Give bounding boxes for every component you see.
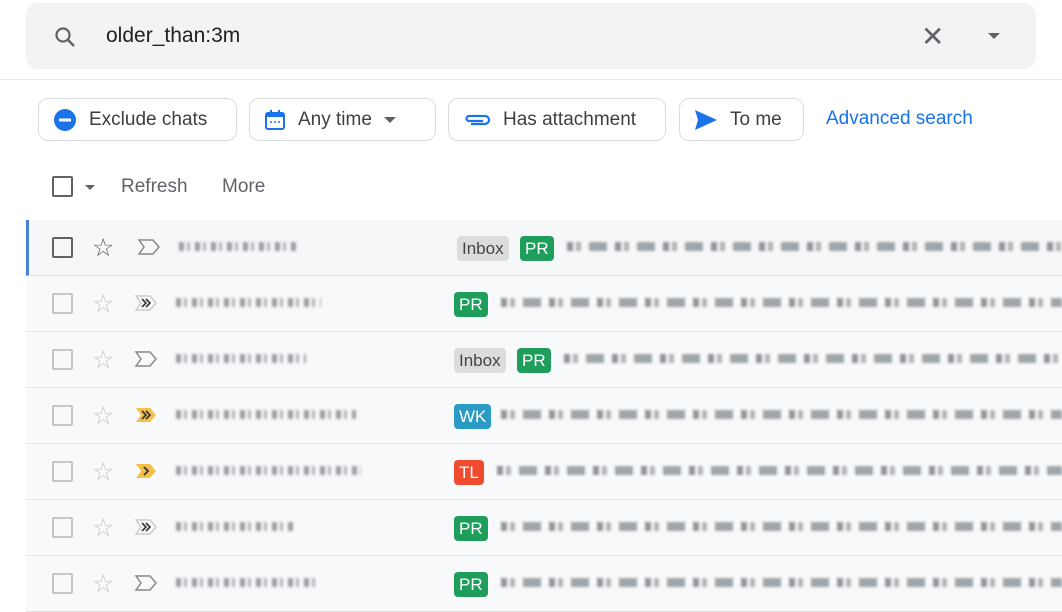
sender-redacted: [176, 466, 361, 475]
email-row[interactable]: ☆ PR: [26, 500, 1062, 556]
email-row[interactable]: ☆ TL: [26, 444, 1062, 500]
row-checkbox[interactable]: [52, 405, 73, 426]
exclude-chats-chip[interactable]: Exclude chats: [38, 98, 237, 141]
label-inbox[interactable]: Inbox: [457, 236, 509, 261]
more-button[interactable]: More: [222, 176, 265, 198]
close-icon[interactable]: ✕: [921, 23, 944, 51]
row-checkbox[interactable]: [52, 349, 73, 370]
label-pr[interactable]: PR: [454, 572, 488, 597]
star-icon[interactable]: ☆: [92, 513, 114, 543]
label-pr[interactable]: PR: [454, 516, 488, 541]
star-icon[interactable]: ☆: [92, 457, 114, 487]
caret-down-icon[interactable]: [988, 33, 1000, 39]
row-checkbox[interactable]: [52, 237, 73, 258]
search-icon[interactable]: [53, 25, 77, 49]
importance-marker-icon[interactable]: [134, 574, 158, 592]
subject-snippet-redacted: [501, 522, 1062, 531]
label-tl[interactable]: TL: [454, 460, 484, 485]
has-attachment-chip[interactable]: Has attachment: [448, 98, 666, 141]
subject-snippet-redacted: [501, 298, 1062, 307]
email-row[interactable]: ☆ Inbox PR: [26, 220, 1062, 276]
label-inbox[interactable]: Inbox: [454, 348, 506, 373]
chip-label: Has attachment: [503, 108, 637, 130]
chip-label: Exclude chats: [89, 108, 208, 130]
importance-marker-icon[interactable]: [137, 238, 161, 256]
sender-redacted: [176, 578, 316, 587]
importance-marker-icon[interactable]: [134, 294, 158, 312]
sender-redacted: [176, 522, 296, 531]
search-bar[interactable]: older_than:3m ✕: [26, 3, 1036, 69]
subject-snippet-redacted: [564, 354, 1062, 363]
email-row[interactable]: ☆ PR: [26, 276, 1062, 332]
label-wk[interactable]: WK: [454, 404, 492, 429]
calendar-icon: [265, 109, 285, 130]
subject-snippet-redacted: [497, 466, 1062, 475]
chip-label: To me: [730, 108, 782, 130]
select-all-checkbox[interactable]: [52, 176, 73, 197]
label-pr[interactable]: PR: [454, 292, 488, 317]
send-icon: [695, 109, 717, 130]
email-row[interactable]: ☆ Inbox PR: [26, 332, 1062, 388]
sender-redacted: [176, 298, 321, 307]
sender-redacted: [176, 410, 356, 419]
importance-marker-icon[interactable]: [134, 406, 158, 424]
search-input[interactable]: older_than:3m: [106, 24, 240, 48]
subject-snippet-redacted: [501, 578, 1062, 587]
star-icon[interactable]: ☆: [92, 345, 114, 375]
row-checkbox[interactable]: [52, 293, 73, 314]
star-icon[interactable]: ☆: [92, 233, 114, 263]
star-icon[interactable]: ☆: [92, 569, 114, 599]
select-menu-caret-icon[interactable]: [85, 185, 95, 190]
row-checkbox[interactable]: [52, 573, 73, 594]
any-time-chip[interactable]: Any time: [249, 98, 436, 141]
to-me-chip[interactable]: To me: [679, 98, 804, 141]
subject-snippet-redacted: [501, 410, 1062, 419]
sender-redacted: [176, 354, 306, 363]
row-checkbox[interactable]: [52, 461, 73, 482]
sender-redacted: [179, 242, 299, 251]
chip-label: Any time: [298, 108, 372, 130]
importance-marker-icon[interactable]: [134, 518, 158, 536]
email-row[interactable]: ☆ WK: [26, 388, 1062, 444]
label-pr[interactable]: PR: [520, 236, 554, 261]
importance-marker-icon[interactable]: [134, 462, 158, 480]
divider: [0, 79, 1062, 80]
caret-down-icon: [383, 116, 396, 123]
row-checkbox[interactable]: [52, 517, 73, 538]
minus-circle-icon: [54, 108, 76, 131]
star-icon[interactable]: ☆: [92, 401, 114, 431]
paperclip-icon: [465, 114, 491, 125]
importance-marker-icon[interactable]: [134, 350, 158, 368]
advanced-search-link[interactable]: Advanced search: [826, 108, 973, 130]
email-row[interactable]: ☆ PR: [26, 556, 1062, 612]
label-pr[interactable]: PR: [517, 348, 551, 373]
star-icon[interactable]: ☆: [92, 289, 114, 319]
refresh-button[interactable]: Refresh: [121, 176, 188, 198]
subject-snippet-redacted: [567, 242, 1062, 251]
